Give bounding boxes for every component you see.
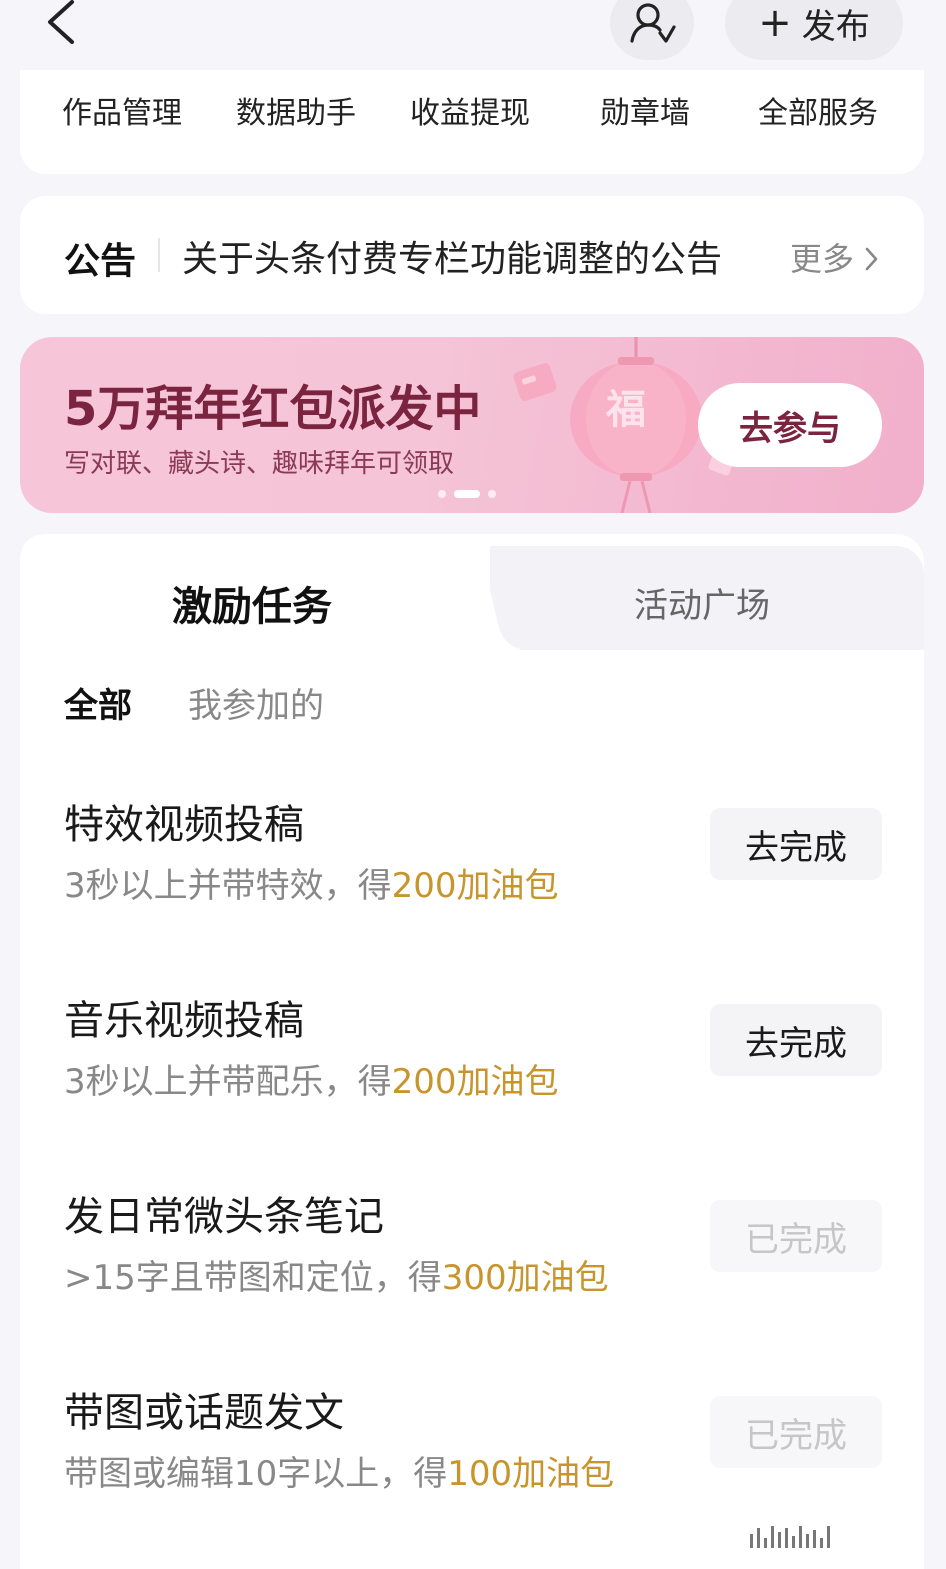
chevron-left-icon xyxy=(48,0,74,44)
task-go-complete-button[interactable]: 去完成 xyxy=(710,1004,882,1076)
task-description: 3秒以上并带配乐，得200加油包 xyxy=(64,1054,559,1103)
service-data-assistant[interactable]: 数据助手 xyxy=(236,88,356,132)
promo-banner[interactable]: 5万拜年红包派发中 写对联、藏头诗、趣味拜年可领取 福 去参与 xyxy=(20,337,924,513)
task-button-label: 去完成 xyxy=(745,827,847,868)
carousel-dots xyxy=(438,490,496,498)
task-desc-text: 3秒以上并带配乐，得 xyxy=(64,1062,392,1102)
banner-join-label: 去参与 xyxy=(739,408,841,449)
notice-more-label: 更多 xyxy=(790,240,855,278)
task-description: >15字且带图和定位，得300加油包 xyxy=(64,1250,609,1299)
task-go-complete-button[interactable]: 去完成 xyxy=(710,808,882,880)
notice-text[interactable]: 关于头条付费专栏功能调整的公告 xyxy=(182,230,722,282)
watermark-barcode xyxy=(750,1524,926,1548)
user-check-icon xyxy=(630,3,676,43)
task-completed-button[interactable]: 已完成 xyxy=(710,1396,882,1468)
service-badge-wall[interactable]: 勋章墙 xyxy=(600,88,690,132)
task-title: 带图或话题发文 xyxy=(64,1390,344,1436)
task-reward: 300加油包 xyxy=(441,1258,609,1298)
service-works-management[interactable]: 作品管理 xyxy=(62,88,182,132)
notice-tag: 公告 xyxy=(64,241,137,282)
back-button[interactable] xyxy=(38,0,88,50)
task-completed-button[interactable]: 已完成 xyxy=(710,1200,882,1272)
carousel-dot[interactable] xyxy=(488,490,496,498)
publish-label: 发布 xyxy=(801,6,870,47)
services-card: 作品管理 数据助手 收益提现 勋章墙 全部服务 xyxy=(20,70,924,174)
task-panel: 激励任务 活动广场 全部 我参加的 特效视频投稿 3秒以上并带特效，得200加油… xyxy=(20,534,924,1569)
notice-divider xyxy=(158,238,160,272)
publish-button[interactable]: + 发布 xyxy=(725,0,903,60)
task-item: 发日常微头条笔记 >15字且带图和定位，得300加油包 已完成 xyxy=(20,1184,924,1334)
task-title: 音乐视频投稿 xyxy=(64,998,304,1044)
task-title: 特效视频投稿 xyxy=(64,802,304,848)
task-description: 3秒以上并带特效，得200加油包 xyxy=(64,858,559,907)
notice-bar[interactable]: 公告 关于头条付费专栏功能调整的公告 更多 xyxy=(20,196,924,314)
tab-activity-square[interactable]: 活动广场 xyxy=(634,578,770,627)
task-button-label: 去完成 xyxy=(745,1023,847,1064)
banner-join-button[interactable]: 去参与 xyxy=(698,383,882,467)
service-all-services[interactable]: 全部服务 xyxy=(758,88,878,132)
task-button-label: 已完成 xyxy=(745,1219,847,1260)
banner-title: 5万拜年红包派发中 xyxy=(64,381,482,437)
task-desc-text: 3秒以上并带特效，得 xyxy=(64,866,392,906)
task-desc-text: >15字且带图和定位，得 xyxy=(64,1258,442,1298)
task-description: 带图或编辑10字以上，得100加油包 xyxy=(64,1446,614,1495)
notice-more-link[interactable]: 更多 xyxy=(790,234,880,280)
banner-subtitle: 写对联、藏头诗、趣味拜年可领取 xyxy=(64,449,455,479)
filter-joined[interactable]: 我参加的 xyxy=(188,678,324,727)
task-reward: 200加油包 xyxy=(391,1062,559,1102)
task-desc-text: 带图或编辑10字以上，得 xyxy=(64,1454,448,1494)
task-button-label: 已完成 xyxy=(745,1415,847,1456)
task-reward: 100加油包 xyxy=(447,1454,615,1494)
top-bar: + 发布 xyxy=(0,0,946,78)
lantern-fu-char: 福 xyxy=(605,387,646,433)
plus-icon: + xyxy=(758,0,792,46)
task-item: 带图或话题发文 带图或编辑10字以上，得100加油包 已完成 xyxy=(20,1380,924,1530)
filter-all[interactable]: 全部 xyxy=(64,678,132,727)
carousel-dot[interactable] xyxy=(438,490,446,498)
chevron-right-icon xyxy=(865,247,878,271)
task-title: 发日常微头条笔记 xyxy=(64,1194,384,1240)
task-reward: 200加油包 xyxy=(391,866,559,906)
service-earnings-withdraw[interactable]: 收益提现 xyxy=(410,88,530,132)
carousel-dot-active[interactable] xyxy=(454,490,480,498)
task-item: 特效视频投稿 3秒以上并带特效，得200加油包 去完成 xyxy=(20,792,924,942)
task-item: 音乐视频投稿 3秒以上并带配乐，得200加油包 去完成 xyxy=(20,988,924,1138)
follow-user-button[interactable] xyxy=(610,0,694,60)
tab-incentive-tasks[interactable]: 激励任务 xyxy=(172,574,332,632)
